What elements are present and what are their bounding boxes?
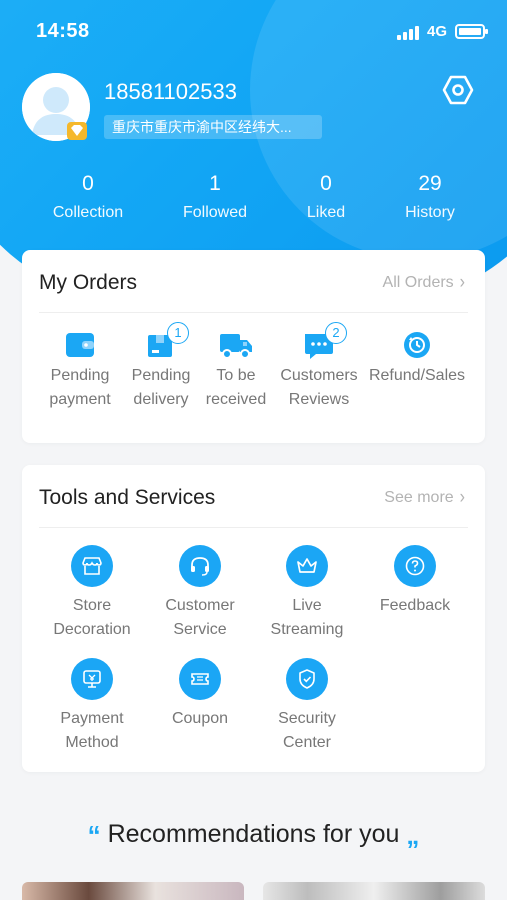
stat-value: 0 (82, 172, 94, 195)
refund-icon (399, 330, 435, 360)
order-label-line2: received (205, 391, 267, 408)
order-refund-sales[interactable]: Refund/Sales (367, 330, 467, 388)
stat-label: Followed (182, 204, 248, 221)
product-card-image[interactable] (22, 882, 244, 900)
open-quote-icon: “ (87, 820, 101, 850)
shield-icon (286, 658, 328, 700)
order-customer-reviews[interactable]: 2 Customers Reviews (269, 322, 369, 412)
orders-title: My Orders (39, 271, 138, 294)
stat-history[interactable]: 29 History (380, 170, 480, 222)
package-icon: 1 (143, 322, 189, 360)
stat-label: Collection (52, 204, 124, 221)
coupon-icon (179, 658, 221, 700)
tool-customer-service[interactable]: Customer Service (145, 545, 255, 642)
question-icon (394, 545, 436, 587)
divider (39, 312, 468, 313)
tools-title: Tools and Services (39, 486, 216, 509)
stat-value: 0 (320, 172, 332, 195)
stat-value: 29 (418, 172, 442, 195)
product-card-image[interactable] (263, 882, 485, 900)
stat-followed[interactable]: 1 Followed (165, 170, 265, 222)
chevron-right-icon: › (459, 487, 465, 508)
tool-label-line1: Feedback (379, 597, 451, 614)
order-label-line2: Reviews (288, 391, 350, 408)
order-label-line2: delivery (133, 391, 189, 408)
order-label-line1: Pending (50, 367, 110, 384)
wallet-icon (62, 330, 98, 360)
order-label-line1: Pending (131, 367, 191, 384)
tool-label-line1: Store (72, 597, 112, 614)
status-bar: 14:58 4G (0, 0, 507, 62)
tool-label-line1: Coupon (171, 710, 229, 727)
tool-store-decoration[interactable]: Store Decoration (37, 545, 147, 642)
tool-feedback[interactable]: Feedback (360, 545, 470, 618)
close-quote-icon: „ (406, 820, 420, 850)
see-more-label: See more (384, 489, 454, 506)
crown-icon (286, 545, 328, 587)
headset-icon (179, 545, 221, 587)
payment-icon (71, 658, 113, 700)
order-label-line2: payment (49, 391, 111, 408)
tools-card: Tools and Services See more › Store Decora… (22, 465, 485, 772)
divider (39, 527, 468, 528)
chevron-right-icon: › (459, 272, 465, 293)
vip-diamond-icon (67, 122, 87, 140)
user-phone: 18581102533 (104, 79, 237, 104)
order-label-line1: To be (216, 367, 256, 384)
tool-label-line1: Security (278, 710, 336, 727)
recommendations-heading: “ Recommendations for you „ (0, 820, 507, 851)
see-more-link[interactable]: See more › (384, 487, 465, 508)
tool-label-line2: Service (173, 621, 227, 638)
recommendations-title: Recommendations for you (107, 820, 400, 848)
stat-value: 1 (209, 172, 221, 195)
order-label-line1: Customers (280, 367, 358, 384)
tool-security-center[interactable]: Security Center (252, 658, 362, 755)
all-orders-link[interactable]: All Orders › (382, 272, 465, 293)
network-type: 4G (427, 23, 448, 40)
review-icon: 2 (301, 322, 347, 360)
profile-stats: 0 Collection 1 Followed 0 Liked 29 Histo… (0, 170, 507, 230)
all-orders-label: All Orders (382, 274, 454, 291)
status-time: 14:58 (36, 20, 90, 42)
tool-label-line1: Customer (165, 597, 235, 614)
battery-level (459, 28, 481, 35)
tool-label-line2: Streaming (270, 621, 344, 638)
tool-coupon[interactable]: Coupon (145, 658, 255, 731)
tool-label-line1: Live (292, 597, 322, 614)
tool-payment-method[interactable]: Payment Method (37, 658, 147, 755)
stat-liked[interactable]: 0 Liked (276, 170, 376, 222)
tool-label-line2: Center (282, 734, 332, 751)
stat-collection[interactable]: 0 Collection (38, 170, 138, 222)
tool-label-line2: Decoration (53, 621, 131, 638)
order-label-line1: Refund/Sales (368, 367, 466, 384)
signal-icon (397, 24, 421, 40)
stat-label: History (405, 204, 455, 221)
tool-label-line1: Payment (60, 710, 124, 727)
settings-icon[interactable] (440, 72, 476, 108)
tool-live-streaming[interactable]: Live Streaming (252, 545, 362, 642)
stat-label: Liked (306, 204, 346, 221)
truck-icon (218, 330, 254, 360)
battery-icon (455, 24, 488, 39)
user-address[interactable]: 重庆市重庆市渝中区经纬大... (104, 115, 322, 139)
review-count-badge: 2 (325, 322, 347, 344)
store-icon (71, 545, 113, 587)
tool-label-line2: Method (65, 734, 119, 751)
orders-card: My Orders All Orders › Pending payment 1 P… (22, 250, 485, 443)
